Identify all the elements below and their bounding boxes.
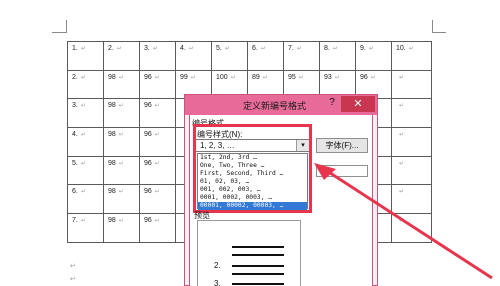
table-cell[interactable]: 96 ↵ <box>139 127 176 157</box>
table-cell[interactable]: 98 ↵ <box>103 213 140 243</box>
dialog-titlebar[interactable]: 定义新编号格式 ? ✕ <box>185 95 377 115</box>
close-button[interactable]: ✕ <box>341 96 375 112</box>
table-cell[interactable]: 96 ↵ <box>139 213 176 243</box>
paragraph-mark: ↵ <box>70 263 76 270</box>
table-cell[interactable]: 10. ↵ <box>391 41 432 71</box>
table-cell[interactable]: ↵ <box>391 69 432 100</box>
annotation-highlight-box <box>193 124 312 213</box>
table-cell[interactable]: 5. ↵ <box>67 155 104 186</box>
table-cell[interactable]: ↵ <box>391 127 432 157</box>
table-cell[interactable]: 98 ↵ <box>103 155 140 186</box>
table-row: 1. ↵ 2. ↵ 3. ↵ 4. ↵ 5. ↵ 6. ↵ 7. ↵ 8. ↵ 9. ↵ 10. ↵ <box>67 41 432 71</box>
annotation-arrow <box>314 163 493 280</box>
table-cell[interactable]: 2. ↵ <box>67 69 104 100</box>
dialog-title: 定义新编号格式 <box>243 101 307 111</box>
paragraph-mark: ↵ <box>70 276 76 283</box>
table-cell[interactable]: 7. ↵ <box>283 41 320 71</box>
table-cell[interactable]: 98 ↵ <box>103 69 140 100</box>
table-cell[interactable]: 5. ↵ <box>211 41 248 71</box>
preview-line <box>232 265 284 267</box>
table-cell[interactable]: 96 ↵ <box>139 184 176 215</box>
table-cell[interactable]: 7. ↵ <box>67 213 104 243</box>
crop-mark <box>432 32 446 33</box>
preview-number: 3. <box>214 279 221 286</box>
preview-line <box>232 273 284 275</box>
table-cell[interactable]: 9. ↵ <box>355 41 392 71</box>
crop-mark <box>66 20 67 33</box>
preview-line <box>232 283 284 285</box>
table-cell[interactable]: 98 ↵ <box>103 127 140 157</box>
table-cell[interactable]: 96 ↵ <box>139 98 176 129</box>
preview-number: 2. <box>214 261 221 270</box>
table-cell[interactable]: 98 ↵ <box>103 184 140 215</box>
help-button[interactable]: ? <box>325 97 339 111</box>
table-cell[interactable]: 3. ↵ <box>67 98 104 129</box>
crop-mark <box>432 20 433 33</box>
table-cell[interactable]: 98 ↵ <box>103 98 140 129</box>
preview-line <box>232 254 284 256</box>
preview-panel: 2. 3. <box>197 220 301 286</box>
table-cell[interactable]: 4. ↵ <box>67 127 104 157</box>
table-cell[interactable]: 8. ↵ <box>319 41 356 71</box>
table-cell[interactable]: 2. ↵ <box>103 41 140 71</box>
font-button[interactable]: 字体(F)... <box>316 138 368 153</box>
table-cell[interactable]: 3. ↵ <box>139 41 176 71</box>
preview-line <box>232 246 284 248</box>
table-cell[interactable]: 1. ↵ <box>67 41 104 71</box>
table-cell[interactable]: 6. ↵ <box>67 184 104 215</box>
table-cell[interactable]: ↵ <box>391 98 432 129</box>
table-cell[interactable]: 96 ↵ <box>139 155 176 186</box>
table-cell[interactable]: 4. ↵ <box>175 41 212 71</box>
table-cell[interactable]: 6. ↵ <box>247 41 284 71</box>
crop-mark <box>52 32 66 33</box>
table-cell[interactable]: 96 ↵ <box>139 69 176 100</box>
